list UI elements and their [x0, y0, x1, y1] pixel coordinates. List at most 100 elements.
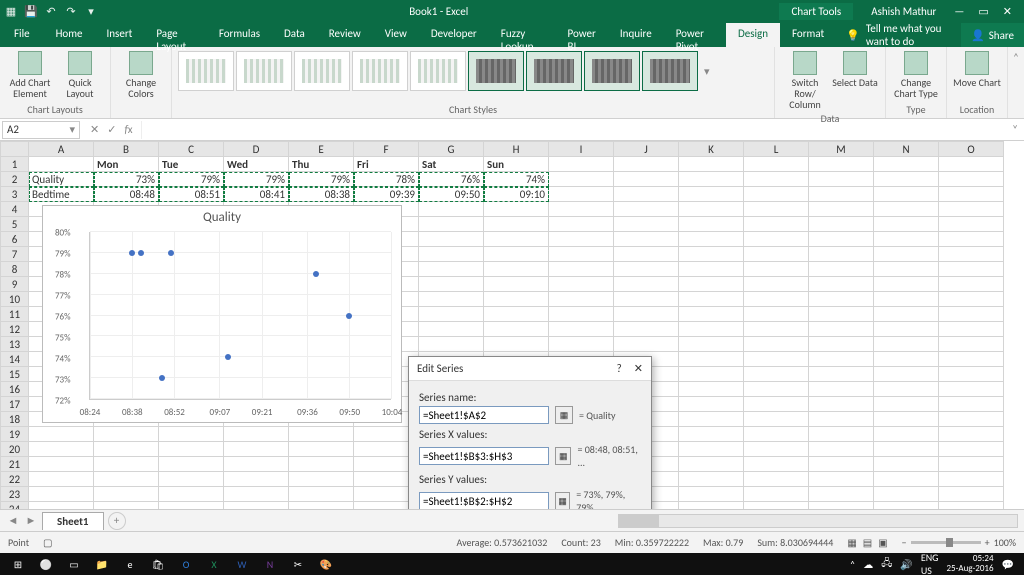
row-header-6[interactable]: 6	[1, 232, 29, 247]
chart-style-8[interactable]	[584, 51, 640, 91]
cell-E2[interactable]: 79%	[289, 172, 354, 187]
cell-C19[interactable]	[159, 427, 224, 442]
cell-I11[interactable]	[549, 307, 614, 322]
cell-M14[interactable]	[809, 352, 874, 367]
cell-E23[interactable]	[289, 487, 354, 502]
row-header-4[interactable]: 4	[1, 202, 29, 217]
cell-O8[interactable]	[939, 262, 1004, 277]
cell-I10[interactable]	[549, 292, 614, 307]
tray-cloud-icon[interactable]: ☁	[863, 558, 873, 571]
cell-J10[interactable]	[614, 292, 679, 307]
cell-L23[interactable]	[744, 487, 809, 502]
cell-N9[interactable]	[874, 277, 939, 292]
cell-L4[interactable]	[744, 202, 809, 217]
column-header-A[interactable]: A	[29, 142, 94, 157]
cell-M12[interactable]	[809, 322, 874, 337]
row-header-5[interactable]: 5	[1, 217, 29, 232]
cell-L7[interactable]	[744, 247, 809, 262]
tab-data[interactable]: Data	[272, 23, 317, 47]
chart-style-4[interactable]	[352, 51, 408, 91]
cell-N23[interactable]	[874, 487, 939, 502]
row-header-12[interactable]: 12	[1, 322, 29, 337]
cell-O23[interactable]	[939, 487, 1004, 502]
tab-file[interactable]: File	[0, 23, 44, 47]
cell-O12[interactable]	[939, 322, 1004, 337]
cell-M16[interactable]	[809, 382, 874, 397]
row-header-10[interactable]: 10	[1, 292, 29, 307]
tab-power-pivot[interactable]: Power Pivot	[664, 23, 726, 47]
cell-N7[interactable]	[874, 247, 939, 262]
cancel-formula-icon[interactable]: ✕	[90, 123, 99, 136]
task-view-icon[interactable]: ▭	[60, 554, 88, 574]
cell-A20[interactable]	[29, 442, 94, 457]
tab-design[interactable]: Design	[726, 23, 780, 47]
row-header-19[interactable]: 19	[1, 427, 29, 442]
cell-B2[interactable]: 73%	[94, 172, 159, 187]
cell-I9[interactable]	[549, 277, 614, 292]
column-header-J[interactable]: J	[614, 142, 679, 157]
cell-O22[interactable]	[939, 472, 1004, 487]
cell-I5[interactable]	[549, 217, 614, 232]
cell-D20[interactable]	[224, 442, 289, 457]
cell-I3[interactable]	[549, 187, 614, 202]
enter-formula-icon[interactable]: ✓	[107, 123, 116, 136]
cell-F1[interactable]: Fri	[354, 157, 419, 172]
cell-M4[interactable]	[809, 202, 874, 217]
range-selector-icon[interactable]: ▦	[555, 406, 573, 424]
cell-H2[interactable]: 74%	[484, 172, 549, 187]
cell-L12[interactable]	[744, 322, 809, 337]
cell-L15[interactable]	[744, 367, 809, 382]
change-colors-button[interactable]: Change Colors	[117, 51, 165, 99]
cell-O4[interactable]	[939, 202, 1004, 217]
row-header-2[interactable]: 2	[1, 172, 29, 187]
select-all-cell[interactable]	[1, 142, 29, 157]
cell-K19[interactable]	[679, 427, 744, 442]
search-icon[interactable]: ⚪	[32, 554, 60, 574]
cell-G1[interactable]: Sat	[419, 157, 484, 172]
cell-M2[interactable]	[809, 172, 874, 187]
cell-A22[interactable]	[29, 472, 94, 487]
cell-D19[interactable]	[224, 427, 289, 442]
cell-M9[interactable]	[809, 277, 874, 292]
cell-J6[interactable]	[614, 232, 679, 247]
store-icon[interactable]: 🛍	[144, 554, 172, 574]
cell-K3[interactable]	[679, 187, 744, 202]
minimize-icon[interactable]: —	[954, 5, 964, 18]
sheet-nav-prev-icon[interactable]: ◄	[6, 514, 20, 527]
cell-O17[interactable]	[939, 397, 1004, 412]
cell-A19[interactable]	[29, 427, 94, 442]
formula-input[interactable]	[141, 121, 1007, 139]
dialog-help-icon[interactable]: ?	[617, 362, 622, 375]
chart-object[interactable]: Quality 72%73%74%75%76%77%78%79%80%08:24…	[42, 205, 402, 423]
cell-K14[interactable]	[679, 352, 744, 367]
cell-K4[interactable]	[679, 202, 744, 217]
cell-G13[interactable]	[419, 337, 484, 352]
cell-J11[interactable]	[614, 307, 679, 322]
onenote-icon[interactable]: N	[256, 554, 284, 574]
tab-power-bi[interactable]: Power BI	[556, 23, 608, 47]
cell-M18[interactable]	[809, 412, 874, 427]
data-point[interactable]	[313, 271, 319, 277]
cell-B22[interactable]	[94, 472, 159, 487]
tray-volume-icon[interactable]: 🔊	[900, 558, 912, 571]
cell-L3[interactable]	[744, 187, 809, 202]
column-header-F[interactable]: F	[354, 142, 419, 157]
cell-I1[interactable]	[549, 157, 614, 172]
cell-L14[interactable]	[744, 352, 809, 367]
cell-B23[interactable]	[94, 487, 159, 502]
cell-D1[interactable]: Wed	[224, 157, 289, 172]
tab-insert[interactable]: Insert	[95, 23, 145, 47]
tab-page-layout[interactable]: Page Layout	[144, 23, 206, 47]
data-point[interactable]	[159, 375, 165, 381]
tray-clock[interactable]: 05:2425-Aug-2016	[946, 554, 993, 574]
cell-G6[interactable]	[419, 232, 484, 247]
expand-formula-icon[interactable]: ˅	[1006, 123, 1024, 136]
cell-E20[interactable]	[289, 442, 354, 457]
series-input-2[interactable]	[419, 492, 549, 510]
excel-taskbar-icon[interactable]: X	[200, 554, 228, 574]
row-header-1[interactable]: 1	[1, 157, 29, 172]
cell-O20[interactable]	[939, 442, 1004, 457]
cell-H12[interactable]	[484, 322, 549, 337]
zoom-level[interactable]: 100%	[994, 536, 1016, 549]
action-center-icon[interactable]: 💬	[1002, 558, 1014, 571]
